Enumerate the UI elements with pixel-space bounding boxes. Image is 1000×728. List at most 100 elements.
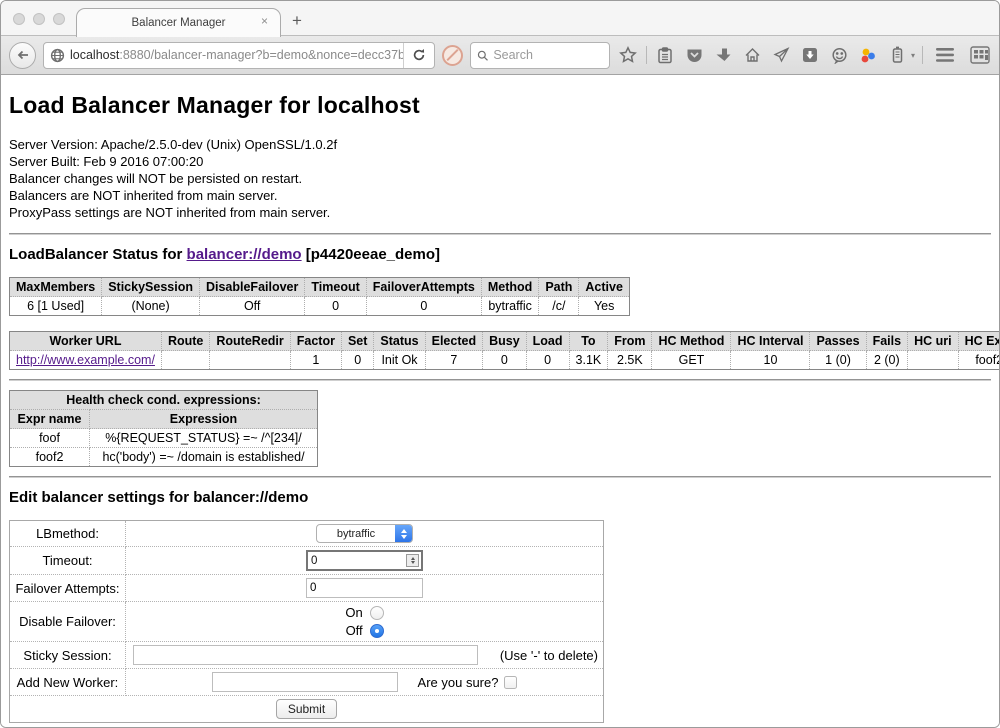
close-button[interactable] (13, 13, 25, 25)
table-header: Fails (866, 332, 908, 351)
table-header: Factor (290, 332, 341, 351)
submit-button[interactable]: Submit (276, 699, 337, 719)
disable-failover-row: Disable Failover: On Off (10, 602, 604, 642)
menu-button[interactable] (934, 43, 956, 67)
reload-icon (412, 48, 426, 62)
table-header: Method (481, 278, 538, 297)
search-bar[interactable] (470, 42, 610, 69)
table-cell: /c/ (539, 297, 579, 316)
submit-row: Submit (10, 696, 604, 723)
table-header: HC uri (908, 332, 959, 351)
edit-settings-form: LBmethod: bytraffic Timeout: 0 (9, 520, 604, 723)
table-header: Status (374, 332, 425, 351)
table-cell: 2 (0) (866, 351, 908, 370)
color-dots-icon (859, 47, 877, 64)
table-header: Passes (810, 332, 866, 351)
paper-plane-icon (773, 47, 790, 63)
home-icon (744, 47, 761, 63)
table-cell: 1 (290, 351, 341, 370)
table-cell: GET (652, 351, 731, 370)
table-cell: 3.1K (569, 351, 608, 370)
worker-url-link[interactable]: http://www.example.com/ (16, 353, 155, 367)
table-cell: Init Ok (374, 351, 425, 370)
home-button[interactable] (741, 43, 763, 67)
new-tab-button[interactable]: + (292, 12, 302, 29)
table-cell (210, 351, 290, 370)
search-input[interactable] (493, 48, 603, 62)
table-row: foof2 hc('body') =~ /domain is establish… (10, 448, 318, 467)
pocket-button[interactable] (683, 43, 705, 67)
lbmethod-row: LBmethod: bytraffic (10, 521, 604, 547)
table-cell: 1 (0) (810, 351, 866, 370)
globe-icon[interactable] (50, 48, 65, 63)
table-cell: 6 [1 Used] (10, 297, 102, 316)
server-info: Server Version: Apache/2.5.0-dev (Unix) … (9, 136, 991, 221)
lbmethod-label: LBmethod: (10, 521, 126, 547)
save-box-button[interactable] (799, 43, 821, 67)
balancer-status-table: MaxMembers StickySession DisableFailover… (9, 277, 630, 316)
color-dots-button[interactable] (857, 43, 879, 67)
server-built-line: Server Built: Feb 9 2016 07:00:20 (9, 153, 991, 170)
zoom-button[interactable] (53, 13, 65, 25)
balancer-demo-link[interactable]: balancer://demo (187, 246, 302, 263)
table-cell: 10 (731, 351, 810, 370)
tab-balancer-manager[interactable]: Balancer Manager × (76, 8, 281, 37)
are-you-sure-checkbox[interactable] (504, 676, 517, 689)
expr-name-cell: foof (10, 429, 90, 448)
back-button[interactable] (9, 42, 36, 69)
table-header: To (569, 332, 608, 351)
minimize-button[interactable] (33, 13, 45, 25)
send-tab-button[interactable] (770, 43, 792, 67)
table-header: Expr name (10, 410, 90, 429)
table-cell: 2.5K (608, 351, 652, 370)
health-check-table: Health check cond. expressions: Expr nam… (9, 390, 318, 467)
window-controls (13, 13, 65, 25)
table-cell: bytraffic (481, 297, 538, 316)
proxypass-notice-line: ProxyPass settings are NOT inherited fro… (9, 204, 991, 221)
server-version-line: Server Version: Apache/2.5.0-dev (Unix) … (9, 136, 991, 153)
persist-notice-line: Balancer changes will NOT be persisted o… (9, 170, 991, 187)
timeout-input[interactable]: 0 (306, 550, 423, 571)
downloads-button[interactable] (712, 43, 734, 67)
reload-button[interactable] (404, 48, 434, 62)
tiles-button[interactable] (969, 43, 991, 67)
table-row: foof %{REQUEST_STATUS} =~ /^[234]/ (10, 429, 318, 448)
lbmethod-select[interactable]: bytraffic (316, 524, 413, 543)
download-arrow-icon (716, 47, 731, 63)
content-blocked-icon[interactable] (442, 45, 463, 66)
dropdown-caret-icon[interactable]: ▾ (911, 51, 915, 60)
table-header: Timeout (305, 278, 366, 297)
off-label: Off (345, 623, 362, 638)
disable-failover-on-radio[interactable] (370, 606, 384, 620)
on-label: On (345, 605, 362, 620)
table-cell: 0 (526, 351, 569, 370)
divider (9, 379, 991, 381)
sticky-session-row: Sticky Session: (Use '-' to delete) (10, 642, 604, 669)
number-spinner-icon[interactable] (406, 554, 419, 567)
sticky-session-input[interactable] (133, 645, 478, 665)
pocket-icon (686, 47, 703, 63)
table-row: http://www.example.com/ 1 0 Init Ok 7 0 … (10, 351, 1000, 370)
url-text[interactable]: localhost:8880/balancer-manager?b=demo&n… (70, 48, 403, 62)
reading-list-button[interactable] (654, 43, 676, 67)
table-cell: foof2 (958, 351, 999, 370)
bookmark-star-button[interactable] (617, 43, 639, 67)
page-content: Load Balancer Manager for localhost Serv… (1, 75, 999, 727)
feedback-button[interactable] (828, 43, 850, 67)
battery-button[interactable] (886, 43, 908, 67)
table-header: Route (161, 332, 209, 351)
table-cell: Yes (579, 297, 630, 316)
table-header: Elected (425, 332, 482, 351)
edit-settings-heading: Edit balancer settings for balancer://de… (9, 489, 991, 506)
table-header: HC Expr (958, 332, 999, 351)
add-worker-input[interactable] (212, 672, 398, 692)
battery-icon (891, 46, 904, 64)
sticky-session-label: Sticky Session: (10, 642, 126, 669)
tab-close-icon[interactable]: × (261, 15, 268, 27)
failover-attempts-input[interactable] (306, 578, 423, 598)
spacer (9, 318, 991, 331)
divider (9, 233, 991, 235)
disable-failover-off-radio[interactable] (370, 624, 384, 638)
smiley-icon (831, 47, 848, 64)
url-bar[interactable]: localhost:8880/balancer-manager?b=demo&n… (43, 42, 435, 69)
